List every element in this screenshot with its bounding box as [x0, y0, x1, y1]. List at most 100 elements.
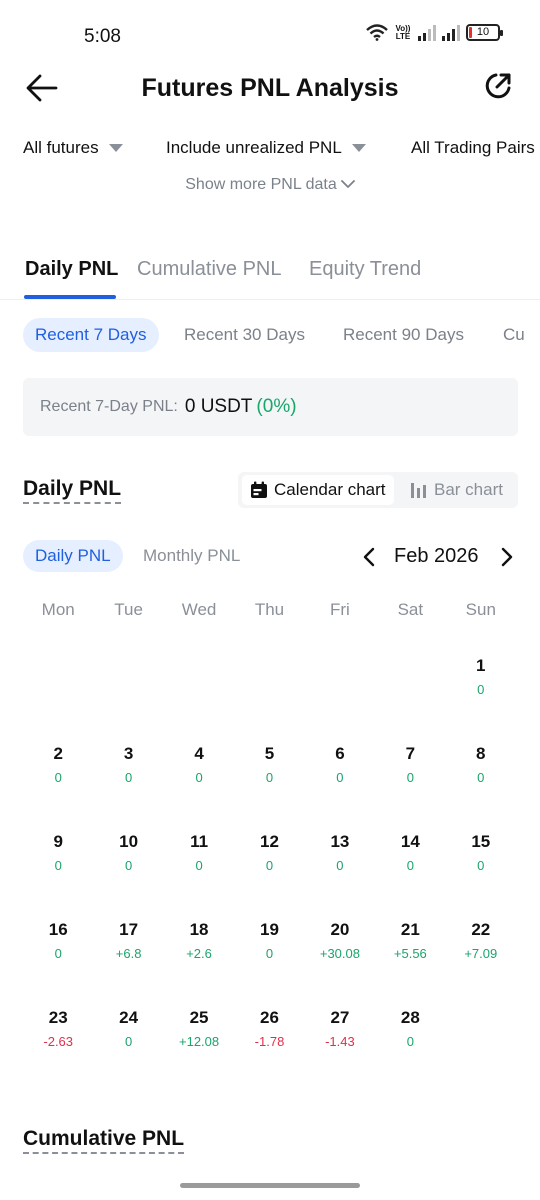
sub-tab-monthly-pnl[interactable]: Monthly PNL [131, 540, 252, 572]
calendar-day-cell[interactable]: 25 +12.08 [164, 1006, 234, 1094]
calendar-day-pnl: 0 [406, 1034, 414, 1049]
calendar-day-cell[interactable]: 14 0 [375, 830, 445, 918]
tab-cumulative-pnl[interactable]: Cumulative PNL [137, 258, 282, 281]
weekday-label: Fri [330, 600, 350, 619]
range-recent-7-days[interactable]: Recent 7 Days [23, 318, 159, 352]
calendar-day-cell[interactable]: 60 [305, 742, 375, 830]
weekday-label: Sat [397, 600, 424, 619]
calendar-day-pnl: +6.8 [115, 946, 142, 961]
calendar-day-cell[interactable]: 20 +30.08 [305, 918, 375, 1006]
calendar-day-pnl: +2.6 [186, 946, 212, 961]
calendar-day-pnl: 0 [195, 770, 203, 785]
volte-indicator: Vo)) LTE [395, 23, 411, 41]
weekday-label: Mon [41, 600, 75, 619]
calendar-day-cell[interactable]: 24 0 [93, 1006, 163, 1094]
summary-label: Recent 7-Day PNL: [40, 398, 178, 415]
calendar-day-number: 5 [264, 744, 275, 763]
battery-icon: 10 [466, 24, 503, 41]
chart-type-toggle: Calendar chart Bar chart [238, 472, 518, 508]
calendar-day-pnl: 0 [477, 858, 485, 873]
calendar-day-cell[interactable]: 27 -1.43 [305, 1006, 375, 1094]
calendar-day-number: 25 [189, 1008, 209, 1027]
calendar-day-cell[interactable]: 16 0 [23, 918, 93, 1006]
calendar-day-pnl: 0 [195, 858, 203, 873]
calendar-day-cell[interactable]: 26 -1.78 [234, 1006, 304, 1094]
calendar-day-pnl: +30.08 [319, 946, 360, 961]
caret-down-icon [351, 144, 366, 152]
calendar-day-pnl: -1.78 [254, 1034, 285, 1049]
pairs-filter[interactable]: All Trading Pairs [411, 138, 535, 158]
calendar-day-cell[interactable]: 10 [446, 654, 516, 742]
signal-icon [442, 24, 460, 41]
calendar-day-pnl: 0 [265, 770, 274, 785]
range-recent-90-days[interactable]: Recent 90 Days [331, 318, 476, 352]
calendar-day-cell[interactable]: 15 0 [446, 830, 516, 918]
calendar-day-cell[interactable]: 23 -2.63 [23, 1006, 93, 1094]
weekday-label: Thu [254, 600, 285, 619]
range-custom[interactable]: Cu [491, 318, 537, 352]
signal-icon [418, 24, 436, 41]
cumulative-pnl-title[interactable]: Cumulative PNL [23, 1127, 185, 1154]
chevron-right-icon [501, 547, 513, 567]
tab-equity-trend[interactable]: Equity Trend [309, 258, 421, 281]
calendar-icon [251, 481, 267, 498]
calendar-empty-cell [23, 654, 93, 742]
calendar-day-cell[interactable]: 13 0 [305, 830, 375, 918]
chevron-left-icon [363, 547, 375, 567]
calendar-day-cell[interactable]: 21 +5.56 [375, 918, 445, 1006]
calendar-day-cell[interactable]: 22 +7.09 [446, 918, 516, 1006]
calendar-day-cell[interactable]: 11 0 [164, 830, 234, 918]
current-month: Feb 2026 [394, 545, 479, 567]
sub-tab-daily-pnl[interactable]: Daily PNL [23, 540, 123, 572]
calendar-day-pnl: -1.43 [325, 1034, 355, 1049]
calendar-day-cell[interactable]: 30 [93, 742, 163, 830]
calendar-day-cell[interactable]: 50 [234, 742, 304, 830]
calendar-empty-cell [305, 654, 375, 742]
futures-filter[interactable]: All futures [23, 138, 123, 158]
calendar-day-pnl: 0 [125, 770, 133, 785]
calendar-day-cell[interactable]: 12 0 [234, 830, 304, 918]
calendar-day-cell[interactable]: 28 0 [375, 1006, 445, 1094]
calendar-chart-option[interactable]: Calendar chart [242, 475, 394, 505]
calendar-day-number: 22 [471, 920, 491, 939]
home-indicator[interactable] [180, 1183, 360, 1188]
calendar-day-cell[interactable]: 20 [23, 742, 93, 830]
pnl-period-tabs: Daily PNL Monthly PNL Feb 2026 [0, 540, 540, 574]
daily-pnl-title[interactable]: Daily PNL [23, 477, 122, 504]
calendar-day-cell[interactable]: 90 [23, 830, 93, 918]
calendar-day-cell[interactable]: 19 0 [234, 918, 304, 1006]
range-recent-30-days[interactable]: Recent 30 Days [172, 318, 317, 352]
calendar-day-number: 16 [48, 920, 68, 939]
calendar-day-number: 24 [119, 1008, 139, 1027]
page-title: Futures PNL Analysis [141, 74, 399, 102]
calendar-day-number: 20 [330, 920, 350, 939]
range-tabs: Recent 7 Days Recent 30 Days Recent 90 D… [0, 318, 540, 354]
prev-month-button[interactable] [358, 546, 382, 568]
calendar-day-cell[interactable]: 10 0 [93, 830, 163, 918]
bar-chart-option[interactable]: Bar chart [402, 475, 511, 505]
tab-daily-pnl[interactable]: Daily PNL [25, 258, 118, 281]
calendar-day-cell[interactable]: 40 [164, 742, 234, 830]
calendar-day-number: 17 [119, 920, 139, 939]
calendar-day-cell[interactable]: 18 +2.6 [164, 918, 234, 1006]
calendar-day-pnl: +12.08 [179, 1034, 220, 1049]
calendar-day-cell[interactable]: 70 [375, 742, 445, 830]
calendar-day-number: 11 [190, 832, 209, 851]
calendar-day-number: 9 [53, 832, 63, 851]
calendar-day-number: 1 [476, 656, 486, 675]
calendar-day-number: 14 [400, 832, 420, 851]
calendar-grid: 1 0 2 0 3 0 4 0 5 0 6 0 7 0 8 0 9 0 10 0 11 0 12 0 13 0 14 0 15 0 16 0 1… [23, 654, 516, 1094]
calendar-day-pnl: 0 [54, 770, 62, 785]
calendar-day-cell[interactable]: 80 [446, 742, 516, 830]
calendar-day-cell[interactable]: 17 +6.8 [93, 918, 163, 1006]
calendar-day-pnl: 0 [477, 770, 485, 785]
calendar-day-number: 7 [405, 744, 416, 763]
calendar-day-pnl: 0 [125, 1034, 133, 1049]
share-button[interactable] [482, 70, 514, 102]
status-icons: Vo)) LTE 10 [366, 23, 503, 41]
show-more-button[interactable]: Show more PNL data [0, 176, 540, 194]
pnl-filter[interactable]: Include unrealized PNL [166, 138, 366, 158]
next-month-button[interactable] [494, 546, 518, 568]
calendar-day-number: 8 [476, 744, 486, 763]
month-navigator: Feb 2026 [356, 540, 520, 574]
